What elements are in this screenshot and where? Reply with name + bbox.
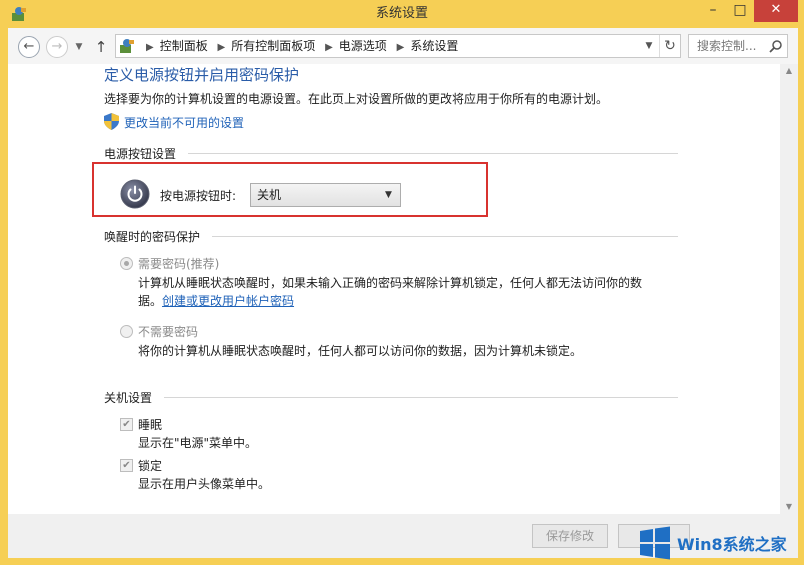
- section-divider: [164, 397, 678, 398]
- search-placeholder: 搜索控制...: [697, 39, 757, 53]
- create-password-link[interactable]: 创建或更改用户帐户密码: [162, 294, 294, 308]
- require-password-desc: 计算机从睡眠状态唤醒时，如果未输入正确的密码来解除计算机锁定，任何人都无法访问你…: [138, 276, 643, 290]
- breadcrumb-separator-icon: ▶: [396, 42, 405, 53]
- lock-label[interactable]: 锁定: [138, 457, 162, 474]
- breadcrumb-separator-icon: ▶: [146, 42, 154, 53]
- no-password-label[interactable]: 不需要密码: [138, 323, 198, 340]
- maximize-button[interactable]: □: [727, 0, 753, 22]
- close-button[interactable]: ✕: [754, 0, 798, 22]
- power-button-action-select[interactable]: 关机 ▼: [250, 183, 401, 207]
- section-divider: [212, 236, 678, 237]
- forward-button[interactable]: →: [46, 36, 68, 58]
- recent-locations-chevron-icon[interactable]: ▼: [72, 38, 86, 56]
- uac-shield-icon: [104, 113, 119, 130]
- breadcrumb-item[interactable]: 控制面板: [160, 39, 208, 53]
- scroll-down-icon[interactable]: ▼: [780, 500, 798, 514]
- address-bar[interactable]: ▶ 控制面板 ▶ 所有控制面板项 ▶ 电源选项 ▶ 系统设置 ▼ ↻: [115, 34, 681, 58]
- minimize-button[interactable]: –: [700, 0, 726, 22]
- no-password-radio[interactable]: [120, 325, 133, 338]
- breadcrumb-item[interactable]: 所有控制面板项: [231, 39, 315, 53]
- content-pane: 定义电源按钮并启用密码保护 选择要为你的计算机设置的电源设置。在此页上对设置所做…: [8, 64, 780, 514]
- page-description: 选择要为你的计算机设置的电源设置。在此页上对设置所做的更改将应用于你所有的电源计…: [104, 92, 609, 106]
- power-icon: [120, 179, 150, 209]
- control-panel-icon: [120, 39, 134, 53]
- window-title: 系统设置: [375, 6, 428, 21]
- scroll-up-icon[interactable]: ▲: [780, 64, 798, 78]
- refresh-icon[interactable]: ↻: [659, 35, 680, 57]
- lock-checkbox[interactable]: ✔: [120, 459, 133, 472]
- require-password-radio[interactable]: [120, 257, 133, 270]
- watermark: Win8系统之家: [637, 522, 804, 565]
- breadcrumb-item[interactable]: 电源选项: [339, 39, 387, 53]
- back-button[interactable]: ←: [18, 36, 40, 58]
- sleep-label[interactable]: 睡眠: [138, 416, 162, 433]
- navigation-bar: ← → ▼ ↑ ▶ 控制面板 ▶ 所有控制面板项 ▶ 电源选项 ▶ 系统设置 ▼ ↻ 搜…: [8, 28, 798, 64]
- power-button-section-title: 电源按钮设置: [104, 147, 177, 161]
- search-input[interactable]: 搜索控制...: [688, 34, 788, 58]
- power-button-label: 按电源按钮时:: [160, 189, 237, 203]
- page-title: 定义电源按钮并启用密码保护: [104, 66, 300, 84]
- breadcrumb-separator-icon: ▶: [325, 42, 333, 53]
- chevron-down-icon: ▼: [385, 190, 392, 200]
- watermark-text: Win8系统之家: [677, 535, 787, 554]
- address-dropdown-chevron-icon[interactable]: ▼: [640, 35, 658, 57]
- require-password-desc-end: 据。创建或更改用户帐户密码: [138, 292, 294, 309]
- search-icon[interactable]: [769, 39, 783, 53]
- sleep-checkbox[interactable]: ✔: [120, 418, 133, 431]
- wake-password-section-title: 唤醒时的密码保护: [104, 230, 201, 244]
- power-button-action-value: 关机: [257, 188, 282, 202]
- section-divider: [188, 153, 678, 154]
- up-button[interactable]: ↑: [92, 36, 110, 58]
- save-changes-button[interactable]: 保存修改: [532, 524, 608, 548]
- breadcrumb-item[interactable]: 系统设置: [410, 39, 458, 53]
- lock-desc: 显示在用户头像菜单中。: [138, 477, 271, 491]
- change-settings-link-text[interactable]: 更改当前不可用的设置: [124, 114, 244, 131]
- breadcrumb: ▶ 控制面板 ▶ 所有控制面板项 ▶ 电源选项 ▶ 系统设置: [140, 35, 458, 57]
- vertical-scrollbar[interactable]: ▲ ▼: [780, 64, 798, 514]
- windows-logo-icon: [640, 526, 670, 560]
- shutdown-section-title: 关机设置: [104, 391, 153, 405]
- require-password-label[interactable]: 需要密码(推荐): [138, 255, 219, 272]
- sleep-desc: 显示在"电源"菜单中。: [138, 436, 258, 450]
- window: 系统设置 – □ ✕ ← → ▼ ↑ ▶ 控制面板 ▶ 所有控制面板项 ▶ 电源选项 …: [0, 0, 804, 565]
- breadcrumb-separator-icon: ▶: [217, 42, 226, 53]
- no-password-desc: 将你的计算机从睡眠状态唤醒时，任何人都可以访问你的数据，因为计算机未锁定。: [138, 344, 583, 358]
- title-bar: 系统设置 – □ ✕: [0, 0, 804, 28]
- require-password-desc-suffix: 据。: [138, 294, 163, 308]
